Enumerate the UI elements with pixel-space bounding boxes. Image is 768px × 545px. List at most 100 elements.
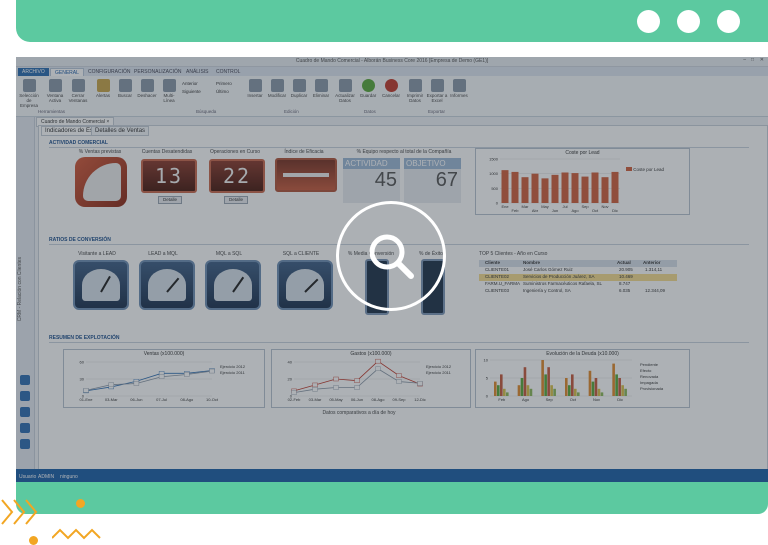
bar xyxy=(500,374,503,396)
top5-table: Cliente Nombre Actual Anterior CLIENTE01… xyxy=(479,260,677,295)
gauge-label-3: MQL a SQL xyxy=(215,251,243,257)
x-tick-label: Ago xyxy=(522,397,530,402)
bar xyxy=(526,385,530,396)
nav-icon-2[interactable] xyxy=(20,391,30,401)
gauge-visitante-lead xyxy=(73,260,129,310)
bar xyxy=(551,174,559,203)
minimize-icon[interactable]: – xyxy=(743,57,746,63)
undo-button[interactable]: Deshacer xyxy=(136,79,158,98)
coste-legend-swatch xyxy=(626,167,632,171)
ventas-label: % Ventas previstas xyxy=(78,149,122,155)
tab-personalizacion[interactable]: PERSONALIZACIÓN xyxy=(130,68,186,76)
reports-button[interactable]: Informes xyxy=(448,79,470,98)
eficacia-bar xyxy=(283,173,329,177)
data-point xyxy=(417,381,423,386)
alerts-button[interactable]: Alertas xyxy=(92,79,114,98)
bar xyxy=(547,367,550,396)
x-tick-label: Ene xyxy=(501,204,509,209)
data-point xyxy=(291,390,297,395)
wave-decoration xyxy=(52,528,101,540)
table-row[interactable]: CLIENTE02 Servicios de Producción Juárez… xyxy=(479,274,677,281)
close-windows-button[interactable]: Cerrar Ventanas xyxy=(67,79,89,103)
gauge-sql-cliente xyxy=(277,260,333,310)
coste-chart-svg: 0 500 1000 1500 EneFebMarAbrMayJun Jul AgoSepO… xyxy=(489,157,620,213)
x-tick-label: Nov xyxy=(601,204,608,209)
first-button[interactable]: Primero xyxy=(216,80,232,88)
tab-archivo[interactable]: ARCHIVO xyxy=(18,68,49,76)
y-tick-label: 10 xyxy=(484,358,489,363)
table-row[interactable]: FARM.U_FARMA Suministros Farmacéuticos R… xyxy=(479,281,677,288)
print-button[interactable]: Imprimir Datos xyxy=(404,79,426,103)
insert-button[interactable]: Insertar xyxy=(244,79,266,98)
ventas-chart: Ventas (x100.000) 0 30 60 01-Ene 03-Mar 06-Ju… xyxy=(63,349,265,408)
x-tick-label: 03-Mar xyxy=(309,397,322,402)
subtab-detalles[interactable]: Detalles de Ventas xyxy=(91,126,150,136)
refresh-button[interactable]: Actualizar Datos xyxy=(334,79,356,103)
duplicate-button[interactable]: Duplicar xyxy=(288,79,310,98)
tab-analisis[interactable]: ANÁLISIS xyxy=(182,68,213,76)
x-tick-label: Abr xyxy=(532,208,539,213)
x-tick-label: 06-Jun xyxy=(351,397,363,402)
ribbon-label: Modificar xyxy=(267,93,287,98)
duplicate-icon xyxy=(292,79,306,92)
ribbon-label: Eliminar xyxy=(312,93,330,98)
data-point xyxy=(354,385,360,390)
gauge-label-1: Visitante a LEAD xyxy=(78,251,116,257)
ribbon-label: Insertar xyxy=(247,93,263,98)
modify-button[interactable]: Modificar xyxy=(266,79,288,98)
save-icon xyxy=(361,79,375,92)
save-button[interactable]: Guardar xyxy=(357,79,379,98)
quotes-detail-button[interactable]: Detalle xyxy=(158,196,182,204)
export-excel-button[interactable]: Exportar a Excel xyxy=(426,79,448,103)
table-row[interactable]: CLIENTE03 Ingeniería y Control, SA 6.035… xyxy=(479,288,677,295)
group-datos: Datos xyxy=(364,109,376,114)
bar xyxy=(520,378,524,396)
company-icon xyxy=(22,79,36,92)
x-tick-label: May xyxy=(541,204,549,209)
nav-icon-4[interactable] xyxy=(20,423,30,433)
y-tick-label: 500 xyxy=(491,186,498,191)
bar xyxy=(618,378,621,396)
cell: 8.747 xyxy=(619,281,631,286)
bar xyxy=(591,172,599,203)
delete-button[interactable]: Eliminar xyxy=(310,79,332,98)
nav-icon-1[interactable] xyxy=(20,375,30,385)
ribbon-label: Buscar xyxy=(117,93,132,98)
x-tick-label: Jul xyxy=(562,204,567,209)
cell: Servicios de Producción Juárez, SA xyxy=(523,274,595,279)
bar xyxy=(611,171,619,203)
previous-button[interactable]: Anterior xyxy=(182,80,201,88)
cell: José Carlos Gómez Ruiz xyxy=(523,267,573,272)
x-tick-label: 05-May xyxy=(329,397,342,402)
select-company-button[interactable]: Selección de Empresa xyxy=(18,79,40,108)
zoom-circle[interactable] xyxy=(336,201,446,311)
bar xyxy=(503,388,506,396)
bar xyxy=(544,374,547,396)
x-tick-label: 09-Sep xyxy=(393,397,407,402)
nav-icon-3[interactable] xyxy=(20,407,30,417)
insert-icon xyxy=(248,79,262,92)
ops-detail-button[interactable]: Detalle xyxy=(224,196,248,204)
nav-icon-5[interactable] xyxy=(20,439,30,449)
table-row[interactable]: CLIENTE01 José Carlos Gómez Ruiz 20.905 … xyxy=(479,267,677,274)
tab-configuracion[interactable]: CONFIGURACIÓN xyxy=(84,68,135,76)
delete-icon xyxy=(314,79,328,92)
ribbon-label: Duplicar xyxy=(290,93,308,98)
search-button[interactable]: Buscar xyxy=(114,79,136,98)
bar xyxy=(521,177,529,203)
last-button[interactable]: Último xyxy=(216,88,232,96)
ribbon-label: Guardar xyxy=(359,93,377,98)
bar xyxy=(612,363,615,396)
next-button[interactable]: Siguiente xyxy=(182,88,201,96)
cancel-button[interactable]: Cancelar xyxy=(380,79,402,98)
maximize-icon[interactable]: □ xyxy=(751,57,754,63)
bar xyxy=(531,173,539,203)
dot-decoration xyxy=(76,499,85,508)
close-icon[interactable]: ✕ xyxy=(760,57,764,63)
ventas-dial-face xyxy=(83,163,121,201)
multiline-button[interactable]: Multi-Línea xyxy=(158,79,180,103)
active-window-button[interactable]: Ventana Activa xyxy=(44,79,66,103)
close-windows-icon xyxy=(71,79,85,92)
status-user-label: Usuario xyxy=(19,474,37,480)
tab-control[interactable]: CONTROL xyxy=(212,68,244,76)
